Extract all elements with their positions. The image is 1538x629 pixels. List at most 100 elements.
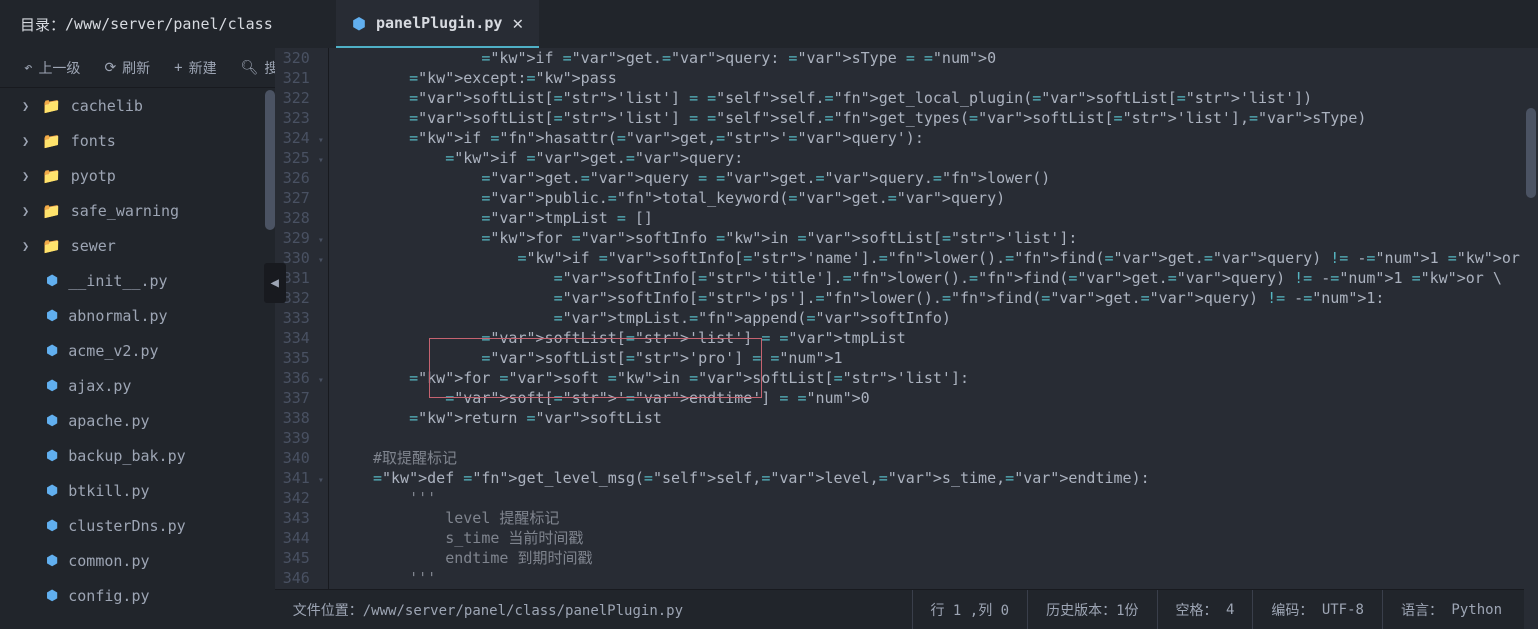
code-content[interactable]: ="kw">if ="var">get.="var">query: ="var"…	[329, 48, 1538, 589]
sidebar-scrollbar[interactable]	[265, 90, 275, 230]
file-item[interactable]: ⬢clusterDns.py	[0, 508, 275, 543]
chevron-right-icon: ❯	[22, 204, 32, 218]
search-button[interactable]: 🔍︎ 搜索	[231, 54, 275, 82]
file-name: __init__.py	[68, 272, 167, 290]
code-line[interactable]	[337, 428, 1538, 448]
code-line[interactable]: ="kw">if ="var">softInfo[="str">'name'].…	[337, 248, 1538, 268]
line-number: 342	[283, 488, 310, 508]
status-encoding[interactable]: 编码： UTF-8	[1252, 590, 1382, 629]
close-icon[interactable]: ✕	[512, 13, 523, 34]
file-item[interactable]: ⬢ common.py	[0, 543, 275, 578]
folder-icon: 📁	[42, 132, 61, 150]
line-number: 333	[283, 308, 310, 328]
folder-item[interactable]: ❯📁pyotp	[0, 158, 275, 193]
fold-marker-icon[interactable]: ▾	[318, 251, 324, 271]
file-item[interactable]: ⬢config.py	[0, 578, 275, 613]
folder-item[interactable]: ❯📁cachelib	[0, 88, 275, 123]
code-line[interactable]: ="var">softList[="str">'list'] = ="var">…	[337, 328, 1538, 348]
code-line[interactable]: ="var">softInfo[="str">'ps'].="fn">lower…	[337, 288, 1538, 308]
code-line[interactable]: ="kw">def ="fn">get_level_msg(="self">se…	[337, 468, 1538, 488]
line-number: 343	[283, 508, 310, 528]
line-number: 324▾	[283, 128, 310, 148]
editor-scrollbar[interactable]	[1524, 48, 1538, 629]
python-icon: ⬢	[352, 14, 366, 33]
line-number: 340	[283, 448, 310, 468]
up-button[interactable]: ↶ 上一级	[14, 54, 90, 82]
code-line[interactable]: '''	[337, 568, 1538, 588]
code-line[interactable]: ="kw">if ="var">get.="var">query: ="var"…	[337, 48, 1538, 68]
code-line[interactable]: ="kw">return ="var">softList	[337, 408, 1538, 428]
python-file-icon: ⬢	[46, 483, 58, 499]
code-line[interactable]: ="var">softInfo[="str">'title'].="fn">lo…	[337, 268, 1538, 288]
file-name: btkill.py	[68, 482, 149, 500]
refresh-button[interactable]: ⟳ 刷新	[94, 54, 160, 82]
code-line[interactable]: ="var">soft[="str">'="var">endtime'] = =…	[337, 388, 1538, 408]
code-line[interactable]: ="kw">if ="var">get.="var">query:	[337, 148, 1538, 168]
tab-filename: panelPlugin.py	[376, 14, 502, 32]
fold-marker-icon[interactable]: ▾	[318, 471, 324, 491]
code-line[interactable]: ="var">tmpList.="fn">append(="var">softI…	[337, 308, 1538, 328]
code-line[interactable]: ="var">softList[="str">'list'] = ="self"…	[337, 108, 1538, 128]
line-number: 339	[283, 428, 310, 448]
file-name: backup_bak.py	[68, 447, 185, 465]
file-item[interactable]: ⬢ btkill.py	[0, 473, 275, 508]
status-language[interactable]: 语言： Python	[1382, 590, 1520, 629]
folder-item[interactable]: ❯📁sewer	[0, 228, 275, 263]
python-file-icon: ⬢	[46, 518, 58, 534]
file-item[interactable]: ⬢__init__.py	[0, 263, 275, 298]
new-button[interactable]: + 新建	[164, 54, 226, 82]
line-number: 323	[283, 108, 310, 128]
line-number: 326	[283, 168, 310, 188]
status-cursor[interactable]: 行 1 ,列 0	[912, 590, 1028, 629]
file-name: abnormal.py	[68, 307, 167, 325]
code-line[interactable]: ="var">public.="fn">total_keyword(="var"…	[337, 188, 1538, 208]
file-item[interactable]: ⬢ajax.py	[0, 368, 275, 403]
code-line[interactable]: ="kw">except:="kw">pass	[337, 68, 1538, 88]
code-line[interactable]: ="kw">for ="var">softInfo ="kw">in ="var…	[337, 228, 1538, 248]
code-line[interactable]: endtime 到期时间戳	[337, 548, 1538, 568]
line-number: 331	[283, 268, 310, 288]
editor-area: ◀ 320321322323324▾325▾326327328329▾330▾3…	[275, 48, 1538, 629]
code-line[interactable]: ="var">tmpList = []	[337, 208, 1538, 228]
file-item[interactable]: ⬢ backup_bak.py	[0, 438, 275, 473]
file-item[interactable]: ⬢apache.py	[0, 403, 275, 438]
line-number: 321	[283, 68, 310, 88]
fold-marker-icon[interactable]: ▾	[318, 231, 324, 251]
file-name: config.py	[68, 587, 149, 605]
code-line[interactable]: '''	[337, 488, 1538, 508]
code-line[interactable]: #取提醒标记	[337, 448, 1538, 468]
path-value: /www/server/panel/class	[65, 15, 273, 33]
fold-marker-icon[interactable]: ▾	[318, 151, 324, 171]
folder-item[interactable]: ❯📁fonts	[0, 123, 275, 158]
scrollbar-thumb[interactable]	[1526, 108, 1536, 198]
plus-icon: +	[174, 60, 182, 76]
collapse-sidebar-handle[interactable]: ◀	[264, 263, 286, 303]
folder-item[interactable]: ❯📁safe_warning	[0, 193, 275, 228]
code-line[interactable]: level 提醒标记	[337, 508, 1538, 528]
fold-marker-icon[interactable]: ▾	[318, 131, 324, 151]
code-line[interactable]: ="var">get.="var">query = ="var">get.="v…	[337, 168, 1538, 188]
code-line[interactable]: ="kw">for ="var">soft ="kw">in ="var">so…	[337, 368, 1538, 388]
status-spaces[interactable]: 空格： 4	[1157, 590, 1253, 629]
folder-name: safe_warning	[71, 202, 179, 220]
code-line[interactable]: ="var">softList[="str">'list'] = ="self"…	[337, 88, 1538, 108]
python-file-icon: ⬢	[46, 448, 58, 464]
python-file-icon: ⬢	[46, 308, 58, 324]
line-number: 334	[283, 328, 310, 348]
code-editor[interactable]: 320321322323324▾325▾326327328329▾330▾331…	[275, 48, 1538, 589]
file-item[interactable]: ⬢acme_v2.py	[0, 333, 275, 368]
file-name: ajax.py	[68, 377, 131, 395]
python-file-icon: ⬢	[46, 553, 58, 569]
status-filepath: 文件位置：/www/server/panel/class/panelPlugin…	[293, 600, 912, 620]
editor-tab[interactable]: ⬢ panelPlugin.py ✕	[336, 0, 539, 48]
file-item[interactable]: ⬢ abnormal.py	[0, 298, 275, 333]
refresh-icon: ⟳	[104, 60, 116, 76]
code-line[interactable]: s_time 当前时间戳	[337, 528, 1538, 548]
arrow-up-icon: ↶	[24, 60, 32, 76]
fold-marker-icon[interactable]: ▾	[318, 371, 324, 391]
code-line[interactable]: ="kw">if ="fn">hasattr(="var">get,="str"…	[337, 128, 1538, 148]
line-number: 338	[283, 408, 310, 428]
code-line[interactable]: ="var">softList[="str">'pro'] = ="num">1	[337, 348, 1538, 368]
status-history[interactable]: 历史版本：1份	[1027, 590, 1156, 629]
file-name: common.py	[68, 552, 149, 570]
